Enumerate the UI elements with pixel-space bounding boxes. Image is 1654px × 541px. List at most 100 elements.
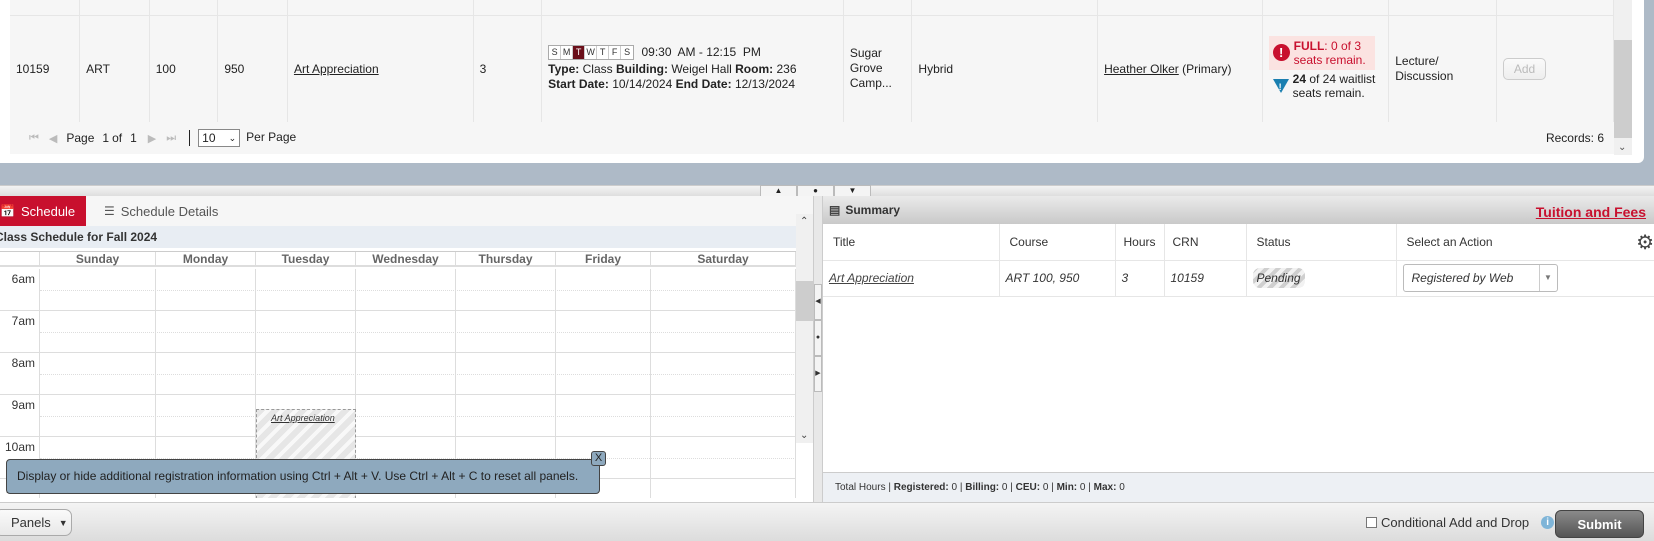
calendar-slot-saturday xyxy=(651,269,796,310)
room-label: Room: xyxy=(735,62,774,77)
last-page-icon[interactable]: ⏭ xyxy=(166,132,176,145)
time-column-header xyxy=(0,252,40,265)
waitlist-icon: ! xyxy=(1272,78,1289,93)
col-action: Select an Action xyxy=(1396,224,1654,261)
tooltip-text: Display or hide additional registration … xyxy=(17,469,579,483)
col-course[interactable]: Course xyxy=(999,224,1116,261)
calendar-slot-thursday xyxy=(456,395,556,436)
calendar-slot-wednesday xyxy=(356,311,456,352)
room-value: 236 xyxy=(776,62,797,77)
action-select-value: Registered by Web xyxy=(1411,271,1514,285)
instructor-link[interactable]: Heather Olker xyxy=(1104,62,1179,76)
conditional-add-drop-label[interactable]: Conditional Add and Drop xyxy=(1381,515,1529,530)
day-sunday: S xyxy=(549,46,562,60)
summary-table: Title Course Hours CRN Status Select an … xyxy=(823,224,1654,297)
submit-button[interactable]: Submit xyxy=(1555,510,1644,538)
scrollbar-thumb[interactable] xyxy=(1614,40,1632,138)
billing-label: Billing: xyxy=(965,482,1000,493)
scroll-down-icon[interactable]: ⌄ xyxy=(1618,142,1626,153)
calendar-event-link[interactable]: Art Appreciation xyxy=(271,413,335,423)
next-page-icon[interactable]: ▶ xyxy=(148,132,156,145)
table-row: 10159 ART 100 950 Art Appreciation 3 S M… xyxy=(10,15,1615,122)
schedule-title-text: Class Schedule for Fall 2024 xyxy=(0,230,158,244)
caret-down-icon: ▼ xyxy=(58,517,68,528)
alert-icon: ! xyxy=(1272,44,1290,62)
collapse-right-button[interactable]: ▶ xyxy=(814,356,822,392)
calendar-slot-monday xyxy=(156,395,256,436)
calendar-slot-thursday xyxy=(456,269,556,310)
calendar-header: Sunday Monday Tuesday Wednesday Thursday… xyxy=(0,251,796,267)
col-title[interactable]: Title xyxy=(823,224,1000,261)
page-current[interactable]: 1 xyxy=(102,131,109,145)
calendar-hour-row: 6am xyxy=(0,269,796,311)
status-badge: Pending xyxy=(1252,268,1305,288)
scroll-up-icon[interactable]: ⌃ xyxy=(800,216,808,227)
add-cell: Add xyxy=(1496,15,1615,122)
subject-cell: ART xyxy=(79,15,150,122)
course-title-link[interactable]: Art Appreciation xyxy=(294,62,379,76)
results-scrollbar[interactable]: ⌄ xyxy=(1614,0,1632,155)
waitlist-detail: of 24 waitlist seats remain. xyxy=(1292,71,1376,100)
time-label: 7am xyxy=(0,311,40,352)
tab-schedule[interactable]: 📅 Schedule xyxy=(0,196,86,226)
col-hours[interactable]: Hours xyxy=(1115,224,1165,261)
calendar-icon: 📅 xyxy=(0,204,15,218)
bottom-toolbar: Panels ▼ Conditional Add and Drop i Subm… xyxy=(0,502,1654,541)
calendar-slot-sunday xyxy=(40,269,156,310)
day-tuesday: T xyxy=(573,46,586,60)
add-button[interactable]: Add xyxy=(1502,57,1547,80)
day-header-monday: Monday xyxy=(156,252,256,266)
calendar-slot-wednesday xyxy=(356,269,456,310)
panels-button[interactable]: Panels ▼ xyxy=(0,509,72,536)
restore-vsplit-button[interactable]: ● xyxy=(814,320,822,356)
list-icon: ☰ xyxy=(104,204,115,218)
info-icon[interactable]: i xyxy=(1541,516,1555,529)
vertical-splitter[interactable]: ◀ ● ▶ xyxy=(813,196,823,502)
calendar-slot-saturday xyxy=(651,395,796,436)
collapse-left-button[interactable]: ◀ xyxy=(814,284,822,320)
calendar-slot-friday xyxy=(556,353,651,394)
prev-page-icon[interactable]: ◀ xyxy=(49,132,57,145)
col-status[interactable]: Status xyxy=(1246,224,1397,261)
tuition-fees-link[interactable]: Tuition and Fees xyxy=(1536,204,1646,220)
tab-schedule-details-label: Schedule Details xyxy=(120,203,219,219)
tab-schedule-details[interactable]: ☰ Schedule Details xyxy=(86,196,236,226)
calendar-scrollbar-thumb[interactable] xyxy=(796,281,813,321)
summary-course-link[interactable]: Art Appreciation xyxy=(829,271,914,285)
summary-crn-cell: 10159 xyxy=(1164,260,1247,297)
scroll-down-icon[interactable]: ⌄ xyxy=(800,430,808,441)
chevron-down-icon: ▼ xyxy=(1538,265,1557,291)
gear-icon[interactable]: ⚙ xyxy=(1636,230,1654,255)
summary-course-cell: ART 100, 950 xyxy=(999,260,1116,297)
calendar-slot-thursday xyxy=(456,311,556,352)
day-header-tuesday: Tuesday xyxy=(256,252,356,266)
pager-divider xyxy=(189,130,191,146)
calendar-slot-sunday xyxy=(40,395,156,436)
schedule-title: Class Schedule for Fall 2024 xyxy=(0,226,813,248)
first-page-icon[interactable]: ⏮ xyxy=(29,132,39,145)
summary-header-row: Title Course Hours CRN Status Select an … xyxy=(823,224,1654,261)
schedule-panel: 📅 Schedule ☰ Schedule Details Class Sche… xyxy=(0,196,813,502)
day-friday: F xyxy=(609,46,622,60)
meeting-times-cell: S M T W T F S 09:30 AM - 12:15 PM Type: … xyxy=(541,15,844,122)
day-header-saturday: Saturday xyxy=(651,252,796,266)
tab-schedule-label: Schedule xyxy=(20,203,76,219)
conditional-add-drop-checkbox[interactable] xyxy=(1366,517,1377,528)
calendar-slot-tuesday xyxy=(256,269,356,310)
col-crn[interactable]: CRN xyxy=(1164,224,1247,261)
action-select[interactable]: Registered by Web ▼ xyxy=(1402,264,1558,292)
ceu-label: CEU: xyxy=(1015,482,1041,493)
close-tooltip-button[interactable]: X xyxy=(591,451,606,466)
time-label: 8am xyxy=(0,353,40,394)
calendar-slot-tuesday xyxy=(256,353,356,394)
search-results-panel: 10159 ART 100 950 Art Appreciation 3 S M… xyxy=(0,0,1644,163)
type-value: Class xyxy=(582,62,613,77)
calendar-slot-tuesday xyxy=(256,311,356,352)
min-value: 0 xyxy=(1079,482,1086,493)
calendar-slot-sunday xyxy=(40,311,156,352)
keyboard-hint-tooltip: Display or hide additional registration … xyxy=(6,459,600,494)
per-page-select[interactable]: 10 ⌄ xyxy=(198,129,241,147)
calendar-scrollbar[interactable]: ⌃ ⌄ xyxy=(796,214,813,443)
summary-row: Art Appreciation ART 100, 950 3 10159 Pe… xyxy=(823,260,1654,297)
calendar-slot-thursday xyxy=(456,353,556,394)
